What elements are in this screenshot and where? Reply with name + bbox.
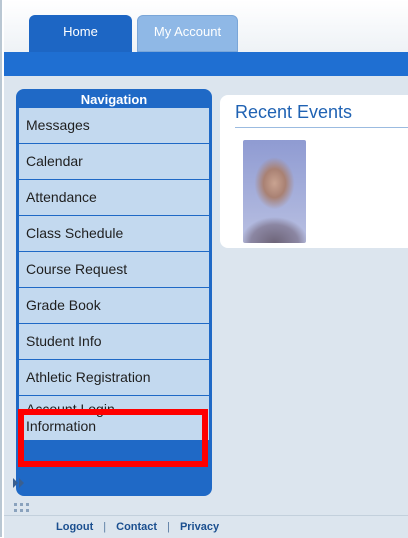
tab-home[interactable]: Home xyxy=(29,15,132,52)
student-photo xyxy=(243,140,306,243)
nav-item-class-schedule[interactable]: Class Schedule xyxy=(19,216,209,251)
nav-item-student-info[interactable]: Student Info xyxy=(19,324,209,359)
logout-link[interactable]: Logout xyxy=(56,521,93,533)
navigation-title: Navigation xyxy=(80,92,148,107)
recent-events-panel: Recent Events xyxy=(220,95,408,248)
footer-links: Logout | Contact | Privacy xyxy=(56,521,219,533)
recent-events-title: Recent Events xyxy=(235,102,353,122)
footer: Logout | Contact | Privacy xyxy=(4,515,408,538)
tab-my-account[interactable]: My Account xyxy=(137,15,238,52)
navigation-list: Messages Calendar Attendance Class Sched… xyxy=(19,108,209,441)
nav-item-course-request[interactable]: Course Request xyxy=(19,252,209,287)
footer-separator: | xyxy=(167,521,170,533)
expand-icon[interactable] xyxy=(12,477,26,489)
tab-strip: Home My Account xyxy=(4,0,408,53)
highlight-box xyxy=(18,409,208,467)
nav-item-athletic-registration[interactable]: Athletic Registration xyxy=(19,360,209,395)
nav-item-attendance[interactable]: Attendance xyxy=(19,180,209,215)
header-bar xyxy=(4,52,408,76)
footer-separator: | xyxy=(103,521,107,533)
app-frame: Home My Account Navigation Messages Cale… xyxy=(0,0,408,538)
divider xyxy=(235,127,408,128)
contact-link[interactable]: Contact xyxy=(116,521,157,533)
nav-item-messages[interactable]: Messages xyxy=(19,108,209,143)
nav-item-grade-book[interactable]: Grade Book xyxy=(19,288,209,323)
privacy-link[interactable]: Privacy xyxy=(180,521,219,533)
nav-item-calendar[interactable]: Calendar xyxy=(19,144,209,179)
